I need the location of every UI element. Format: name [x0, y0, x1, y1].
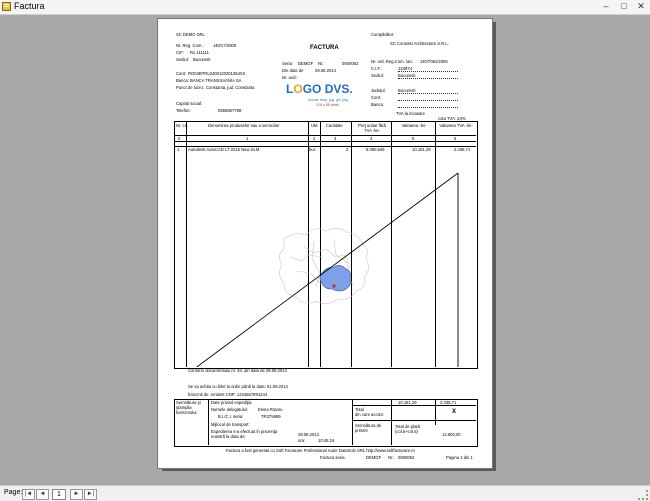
footer-receipt-signature: Semnătura de primire: [355, 423, 382, 433]
footer-exp-date: 29.08.2014: [298, 432, 319, 437]
minimize-button[interactable]: –: [599, 1, 613, 12]
tva-incasare: TVA la incasare: [396, 111, 426, 116]
bottom-serie-label: Factura seria:: [320, 455, 346, 460]
prev-page-button[interactable]: ◄: [36, 489, 49, 500]
footer-expedition-title: Date privind expediţia:: [211, 400, 253, 405]
footer-ora-value: 10:45:18: [318, 438, 335, 443]
buyer-judet-label: Judeţul:: [371, 88, 386, 93]
footer-bi-value: TR375899: [261, 414, 281, 419]
footer-total-tva: 2.438,71: [440, 400, 457, 405]
seller-telefon-value: 0555667788: [218, 108, 242, 113]
buyer-banca-label: Banca:: [371, 102, 385, 107]
seller-cif-value: Ro 111111: [190, 50, 209, 55]
note-payment: Se va achita cu bilet la ordin până la d…: [188, 384, 288, 389]
footer-total-plata: 12.600,00: [442, 432, 461, 437]
bottom-nr-value: 0000062: [398, 455, 415, 460]
bottom-nr-label: Nr.:: [388, 455, 395, 460]
buyer-sediu-label: Sediul:: [371, 73, 384, 78]
footer-sep-4: [435, 399, 436, 425]
seller-punct-value: Constanta, jud. Constanta: [206, 85, 255, 90]
region-highlight: [319, 265, 351, 292]
next-page-button[interactable]: ►: [70, 489, 83, 500]
buyer-cont-label: Cont:: [371, 95, 382, 100]
seller-capital-label: Capital social:: [176, 101, 203, 106]
footer-line-2: [352, 420, 476, 421]
bottom-serie-value: DEMOF: [366, 455, 382, 460]
map-marker: [332, 284, 336, 288]
buyer-name: SC Contrast Architecture S.R.L.: [390, 41, 449, 46]
note-emitent: Întocmit de: emitent CNP: 1234567891234: [188, 392, 268, 397]
window-title: Factura: [14, 1, 45, 11]
footer-transport-label: Mijlocul de transport:: [211, 422, 250, 427]
footer-ora-label: ora:: [298, 438, 306, 443]
romania-map-watermark: [279, 228, 369, 304]
cancel-diagonal: [196, 172, 459, 367]
seller-reg-label: Nr. Reg. Com.:: [176, 43, 204, 48]
close-button[interactable]: ✕: [634, 1, 648, 12]
seller-cif-label: CIF:: [176, 50, 184, 55]
footer-sep-1: [208, 399, 209, 445]
buyer-label: Cumpărător:: [371, 32, 395, 37]
page-number-input[interactable]: 1: [52, 489, 66, 500]
seller-sediu-value: Bucuresti: [193, 57, 211, 62]
buyer-reg-value: J40/7081/2005: [420, 59, 448, 64]
window-titlebar: Factura – □ ✕: [0, 0, 650, 15]
logo-size: 316 x 55 pixeli: [316, 103, 339, 107]
seller-reg-value: J40/17/2009: [213, 43, 237, 48]
statusbar: Page: |◄ ◄ 1 ► ►|: [0, 485, 650, 501]
last-page-button[interactable]: ►|: [84, 489, 97, 500]
buyer-cif-label: C.I.F.:: [371, 66, 382, 71]
buyer-reg-label: Nr. ord. Reg.Com. /an:: [371, 59, 413, 64]
generated-note: Factura a fost generata cu Soft Facturar…: [226, 448, 415, 453]
invoice-serie-label: Seria:: [282, 61, 293, 66]
seller-punct-label: Punct de lucru:: [176, 85, 204, 90]
invoice-page: SC DEMO SRL Nr. Reg. Com.: J40/17/2009 C…: [157, 18, 493, 469]
seller-cont-value: RO04BTRL0400120201354XX: [188, 71, 246, 76]
seller-cont-label: Cont:: [176, 71, 187, 76]
table-diagonal-overlay: [196, 172, 459, 367]
footer-accize-mark: X: [452, 409, 457, 415]
footer-bi-label: B.I./C.I. seria:: [218, 414, 244, 419]
footer-delegate-value: Elena Rotaru: [258, 407, 283, 412]
note-document: Conform documentului nr. 34, din data de…: [188, 368, 287, 373]
seller-telefon-label: Telefon:: [176, 108, 191, 113]
footer-signature-label: Semnătura şi ştampila furnizorului: [176, 400, 201, 415]
invoice-serie-value: DEMOF: [298, 61, 314, 66]
buyer-cif-value: 123974: [398, 66, 458, 72]
first-page-button[interactable]: |◄: [22, 489, 35, 500]
footer-expedierea-label: Expedierea s-a efectuat în prezenţa noas…: [211, 429, 278, 439]
buyer-judet-value: Bucuresti: [398, 88, 458, 94]
seller-banca-value: BANCA TRANSILVANIA SA: [190, 78, 242, 83]
seller-name: SC DEMO SRL: [176, 32, 205, 37]
footer-total-plata-label: Total de plată (col.5+col.6): [395, 424, 420, 434]
invoice-nr-value: 0000062: [342, 61, 359, 66]
invoice-date-value: 29.08.2014: [315, 68, 336, 73]
invoice-title: FACTURA: [310, 45, 339, 51]
footer-delegate-label: Numele delegatului:: [211, 407, 249, 412]
logo-text: LOGO DVS.: [286, 82, 353, 96]
maximize-button[interactable]: □: [617, 1, 631, 12]
footer-line-1: [352, 405, 476, 406]
buyer-sediu-value: Bucuresti: [398, 73, 458, 79]
bottom-page: Pagina 1 din 1: [446, 455, 473, 460]
buyer-cont-line: [398, 95, 458, 101]
buyer-banca-line: [398, 102, 458, 108]
invoice-nr-label: Nr.:: [318, 61, 325, 66]
resize-grip[interactable]: [638, 490, 648, 500]
seller-banca-label: Banca:: [176, 78, 190, 83]
footer-total-value: 10.161,29: [398, 400, 417, 405]
invoice-date-label: Din data de: [282, 68, 304, 73]
footer-accize-label: din care accize:: [355, 412, 385, 417]
app-icon: [2, 2, 11, 11]
page-label: Page:: [4, 489, 23, 496]
seller-sediu-label: Sediul:: [176, 57, 189, 62]
invoice-aviz-label: Nr. aviz:: [282, 75, 298, 80]
